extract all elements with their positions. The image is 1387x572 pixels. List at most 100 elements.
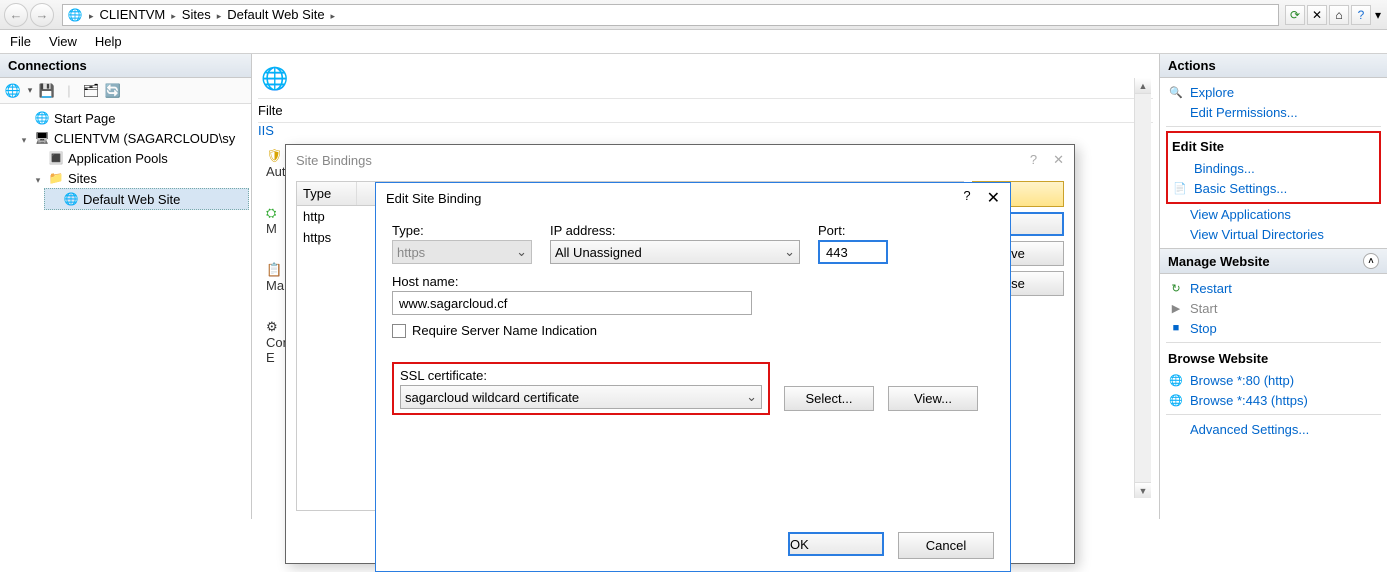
refresh-icon[interactable]: 🔄	[104, 82, 122, 100]
action-bindings[interactable]: Bindings...	[1170, 158, 1377, 178]
tree-label: Default Web Site	[83, 192, 180, 207]
breadcrumb-item[interactable]: CLIENTVM	[100, 7, 166, 22]
action-edit-permissions[interactable]: Edit Permissions...	[1166, 102, 1381, 122]
browse-icon: 🌐	[1168, 392, 1184, 408]
site-icon	[63, 191, 79, 207]
scroll-up-icon[interactable]: ▲	[1135, 78, 1151, 94]
type-label: Type:	[392, 223, 532, 238]
home-icon[interactable]: ⌂	[1329, 5, 1349, 25]
action-browse-https[interactable]: 🌐Browse *:443 (https)	[1166, 390, 1381, 410]
chevron-right-icon	[169, 7, 178, 22]
group-iis[interactable]: IIS	[258, 123, 1153, 138]
close-icon[interactable]: ✕	[1053, 152, 1064, 168]
help-icon[interactable]: ?	[963, 188, 970, 208]
edit-site-group-highlighted: Edit Site Bindings... 📄Basic Settings...	[1166, 131, 1381, 204]
save-icon[interactable]: 💾	[38, 82, 56, 100]
tree-start-page[interactable]: Start Page	[16, 108, 249, 128]
tree-app-pools[interactable]: Application Pools	[30, 148, 249, 168]
menu-file[interactable]: File	[10, 34, 31, 49]
manage-website-header: Manage Website ˄	[1160, 248, 1387, 274]
column-type[interactable]: Type	[297, 182, 357, 205]
folder-icon	[48, 170, 64, 186]
chevron-down-icon	[784, 244, 795, 260]
chevron-right-icon	[215, 7, 224, 22]
host-label: Host name:	[392, 274, 994, 289]
connections-panel: Connections 🌐▾ 💾 | 🗂 🔄 Start Page CLIENT…	[0, 54, 252, 519]
tree-label: CLIENTVM (SAGARCLOUD\sy	[54, 131, 235, 146]
nav-back-button[interactable]: ←	[4, 3, 28, 27]
select-cert-button[interactable]: Select...	[784, 386, 874, 411]
port-input[interactable]	[818, 240, 888, 264]
ssl-label: SSL certificate:	[400, 368, 487, 383]
stop-icon: ■	[1168, 320, 1184, 336]
vertical-scrollbar[interactable]: ▲ ▼	[1134, 78, 1151, 498]
collapse-icon[interactable]: ˄	[1363, 253, 1379, 269]
menu-help[interactable]: Help	[95, 34, 122, 49]
edit-site-heading: Edit Site	[1170, 135, 1377, 158]
dialog-title: Edit Site Binding	[386, 191, 481, 206]
action-view-vdirs[interactable]: View Virtual Directories	[1166, 224, 1381, 244]
connections-header: Connections	[0, 54, 251, 78]
host-input[interactable]	[392, 291, 752, 315]
connect-icon[interactable]: 🌐	[4, 82, 22, 100]
action-browse-http[interactable]: 🌐Browse *:80 (http)	[1166, 370, 1381, 390]
close-icon[interactable]: ✕	[987, 188, 1000, 208]
tree-server-node[interactable]: CLIENTVM (SAGARCLOUD\sy	[16, 128, 249, 148]
type-select: https	[392, 240, 532, 264]
connections-toolbar: 🌐▾ 💾 | 🗂 🔄	[0, 78, 251, 104]
app-pools-icon	[48, 150, 64, 166]
chevron-down-icon	[746, 389, 757, 405]
settings-icon: 📄	[1172, 180, 1188, 196]
action-basic-settings[interactable]: 📄Basic Settings...	[1170, 178, 1377, 198]
browse-icon: 🌐	[1168, 372, 1184, 388]
server-icon	[34, 130, 50, 146]
dropdown-icon[interactable]: ▾	[1373, 5, 1383, 25]
tree-label: Application Pools	[68, 151, 168, 166]
restart-icon: ↻	[1168, 280, 1184, 296]
action-advanced-settings[interactable]: Advanced Settings...	[1166, 419, 1381, 439]
help-icon[interactable]: ?	[1030, 152, 1037, 168]
globe-icon	[34, 110, 50, 126]
action-start: ▶Start	[1166, 298, 1381, 318]
ok-button[interactable]: OK	[788, 532, 884, 556]
explore-icon: 🔍	[1168, 84, 1184, 100]
menu-view[interactable]: View	[49, 34, 77, 49]
actions-header: Actions	[1160, 54, 1387, 78]
ssl-certificate-select[interactable]: sagarcloud wildcard certificate	[400, 385, 762, 409]
tree-sites[interactable]: Sites	[30, 168, 249, 188]
scroll-down-icon[interactable]: ▼	[1135, 482, 1151, 498]
cancel-button[interactable]: Cancel	[898, 532, 994, 559]
globe-icon	[260, 64, 290, 94]
folder-icon[interactable]: 🗂	[82, 82, 100, 100]
dialog-title: Site Bindings	[296, 153, 372, 168]
port-label: Port:	[818, 223, 898, 238]
nav-forward-button[interactable]: →	[30, 3, 54, 27]
action-stop[interactable]: ■Stop	[1166, 318, 1381, 338]
chevron-down-icon	[516, 244, 527, 260]
connections-tree: Start Page CLIENTVM (SAGARCLOUD\sy Appli…	[0, 104, 251, 214]
action-explore[interactable]: 🔍Explore	[1166, 82, 1381, 102]
sni-checkbox[interactable]	[392, 324, 406, 338]
actions-panel: Actions 🔍Explore Edit Permissions... Edi…	[1159, 54, 1387, 519]
view-cert-button[interactable]: View...	[888, 386, 978, 411]
stop-icon[interactable]: ✕	[1307, 5, 1327, 25]
ssl-certificate-group-highlighted: SSL certificate: sagarcloud wildcard cer…	[392, 362, 770, 415]
ip-select[interactable]: All Unassigned	[550, 240, 800, 264]
chevron-right-icon	[329, 7, 338, 22]
sni-label: Require Server Name Indication	[412, 323, 597, 338]
breadcrumb-item[interactable]: Default Web Site	[227, 7, 324, 22]
filter-label: Filte	[258, 103, 283, 118]
breadcrumb-item[interactable]: Sites	[182, 7, 211, 22]
tree-label: Sites	[68, 171, 97, 186]
refresh-icon[interactable]: ⟳	[1285, 5, 1305, 25]
edit-site-binding-dialog: Edit Site Binding ? ✕ Type: https IP add…	[375, 182, 1011, 572]
help-icon[interactable]: ?	[1351, 5, 1371, 25]
breadcrumb[interactable]: CLIENTVM Sites Default Web Site	[62, 4, 1279, 26]
tree-default-web-site[interactable]: Default Web Site	[44, 188, 249, 210]
chevron-right-icon	[87, 7, 96, 22]
manage-website-label: Manage Website	[1168, 254, 1270, 269]
address-bar: ← → CLIENTVM Sites Default Web Site ⟳ ✕ …	[0, 0, 1387, 30]
action-restart[interactable]: ↻Restart	[1166, 278, 1381, 298]
action-view-applications[interactable]: View Applications	[1166, 204, 1381, 224]
play-icon: ▶	[1168, 300, 1184, 316]
